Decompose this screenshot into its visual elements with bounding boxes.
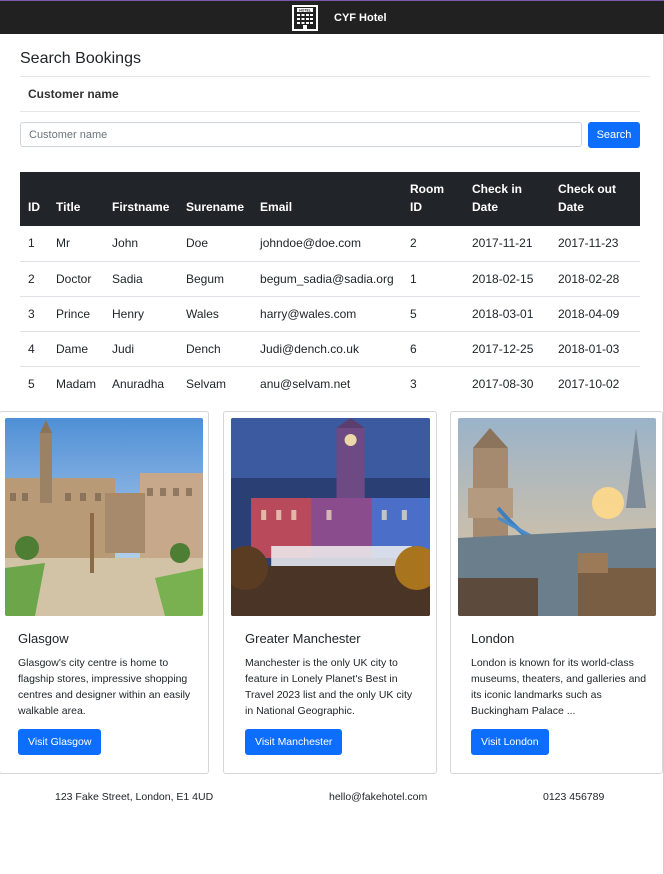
cell-email: Judi@dench.co.uk	[252, 331, 403, 367]
column-header-check-in: Check in Date	[464, 172, 550, 226]
divider	[20, 76, 650, 77]
card-title: London	[471, 631, 515, 646]
cell-check-out: 2018-02-28	[549, 261, 640, 297]
footer-phone: 0123 456789	[543, 791, 605, 803]
cell-room-id: 6	[402, 331, 464, 367]
card-text: Glasgow's city centre is home to flagshi…	[18, 657, 191, 717]
cell-firstname: John	[104, 226, 178, 262]
table-row[interactable]: 3 Prince Henry Wales harry@wales.com 5 2…	[20, 296, 640, 332]
cell-id: 1	[20, 226, 48, 262]
london-tower-bridge-photo	[458, 418, 656, 616]
hotel-building-icon: HOTEL	[292, 5, 318, 31]
page-title: Search Bookings	[20, 50, 141, 67]
cell-surename: Dench	[178, 331, 253, 367]
cell-email: begum_sadia@sadia.org	[252, 261, 403, 297]
column-header-title: Title	[48, 172, 105, 226]
city-card-london: London London is known for its world-cla…	[450, 411, 663, 774]
card-text: London is known for its world-class muse…	[471, 657, 647, 717]
table-header-row: ID Title Firstname Surename Email Room I…	[20, 172, 640, 226]
cell-check-in: 2017-12-25	[464, 331, 550, 367]
cell-title: Prince	[48, 296, 105, 332]
cell-firstname: Judi	[104, 331, 178, 367]
divider	[20, 111, 640, 112]
cell-firstname: Henry	[104, 296, 178, 332]
table-row[interactable]: 2 Doctor Sadia Begum begum_sadia@sadia.o…	[20, 261, 640, 297]
column-header-firstname: Firstname	[104, 172, 178, 226]
cell-surename: Begum	[178, 261, 253, 297]
column-header-surename: Surename	[178, 172, 253, 226]
bookings-table: ID Title Firstname Surename Email Room I…	[20, 172, 640, 401]
cell-room-id: 5	[402, 296, 464, 332]
cell-room-id: 3	[410, 376, 417, 391]
search-button[interactable]: Search	[588, 122, 640, 148]
visit-london-button[interactable]: Visit London	[471, 729, 549, 755]
cell-check-out: 2018-01-03	[549, 331, 640, 367]
cell-surename: Selvam	[186, 376, 227, 391]
cell-check-out: 2018-04-09	[549, 296, 640, 332]
cell-title: Madam	[56, 376, 97, 391]
card-text: Manchester is the only UK city to featur…	[245, 657, 413, 717]
cell-email: anu@selvam.net	[260, 376, 351, 391]
cell-check-in: 2018-03-01	[464, 296, 550, 332]
cell-room-id: 2	[402, 226, 464, 262]
cell-id: 5	[28, 376, 35, 391]
cell-title: Dame	[48, 331, 105, 367]
svg-text:HOTEL: HOTEL	[299, 8, 312, 12]
cell-id: 4	[20, 331, 48, 367]
cell-title: Mr	[48, 226, 105, 262]
customer-name-label: Customer name	[28, 87, 119, 101]
table-row[interactable]: 5 Madam Anuradha Selvam anu@selvam.net 3…	[20, 366, 640, 401]
column-header-room-id: Room ID	[402, 172, 464, 226]
customer-name-input[interactable]	[20, 122, 582, 147]
cell-check-in: 2017-11-21	[464, 226, 550, 262]
cell-firstname: Anuradha	[112, 376, 165, 391]
cell-id: 3	[20, 296, 48, 332]
column-header-check-out: Check out Date	[549, 172, 640, 226]
visit-manchester-button[interactable]: Visit Manchester	[245, 729, 343, 755]
cell-check-out: 2017-11-23	[549, 226, 640, 262]
cell-surename: Wales	[178, 296, 253, 332]
column-header-email: Email	[252, 172, 403, 226]
cell-id: 2	[20, 261, 48, 297]
table-row[interactable]: 1 Mr John Doe johndoe@doe.com 2 2017-11-…	[20, 226, 640, 262]
cell-check-out: 2017-10-02	[557, 376, 620, 391]
cell-check-in: 2018-02-15	[464, 261, 550, 297]
table-row[interactable]: 4 Dame Judi Dench Judi@dench.co.uk 6 201…	[20, 331, 640, 367]
card-title: Glasgow	[18, 631, 69, 646]
manchester-town-hall-photo	[231, 418, 430, 616]
navbar-brand[interactable]: CYF Hotel	[334, 12, 387, 24]
cell-email: johndoe@doe.com	[252, 226, 403, 262]
card-title: Greater Manchester	[245, 631, 361, 646]
glasgow-city-square-photo	[5, 418, 203, 616]
visit-glasgow-button[interactable]: Visit Glasgow	[18, 729, 102, 755]
cell-email: harry@wales.com	[252, 296, 403, 332]
city-card-glasgow: Glasgow Glasgow's city centre is home to…	[0, 411, 209, 774]
cell-title: Doctor	[48, 261, 105, 297]
cell-firstname: Sadia	[104, 261, 178, 297]
column-header-id: ID	[20, 172, 48, 226]
footer-email[interactable]: hello@fakehotel.com	[329, 791, 427, 803]
cell-surename: Doe	[178, 226, 253, 262]
top-navbar: HOTEL CYF Hotel	[0, 0, 664, 34]
city-card-manchester: Greater Manchester Manchester is the onl…	[223, 411, 437, 774]
cell-room-id: 1	[402, 261, 464, 297]
footer-address: 123 Fake Street, London, E1 4UD	[55, 791, 214, 803]
cell-check-in: 2017-08-30	[472, 376, 534, 391]
